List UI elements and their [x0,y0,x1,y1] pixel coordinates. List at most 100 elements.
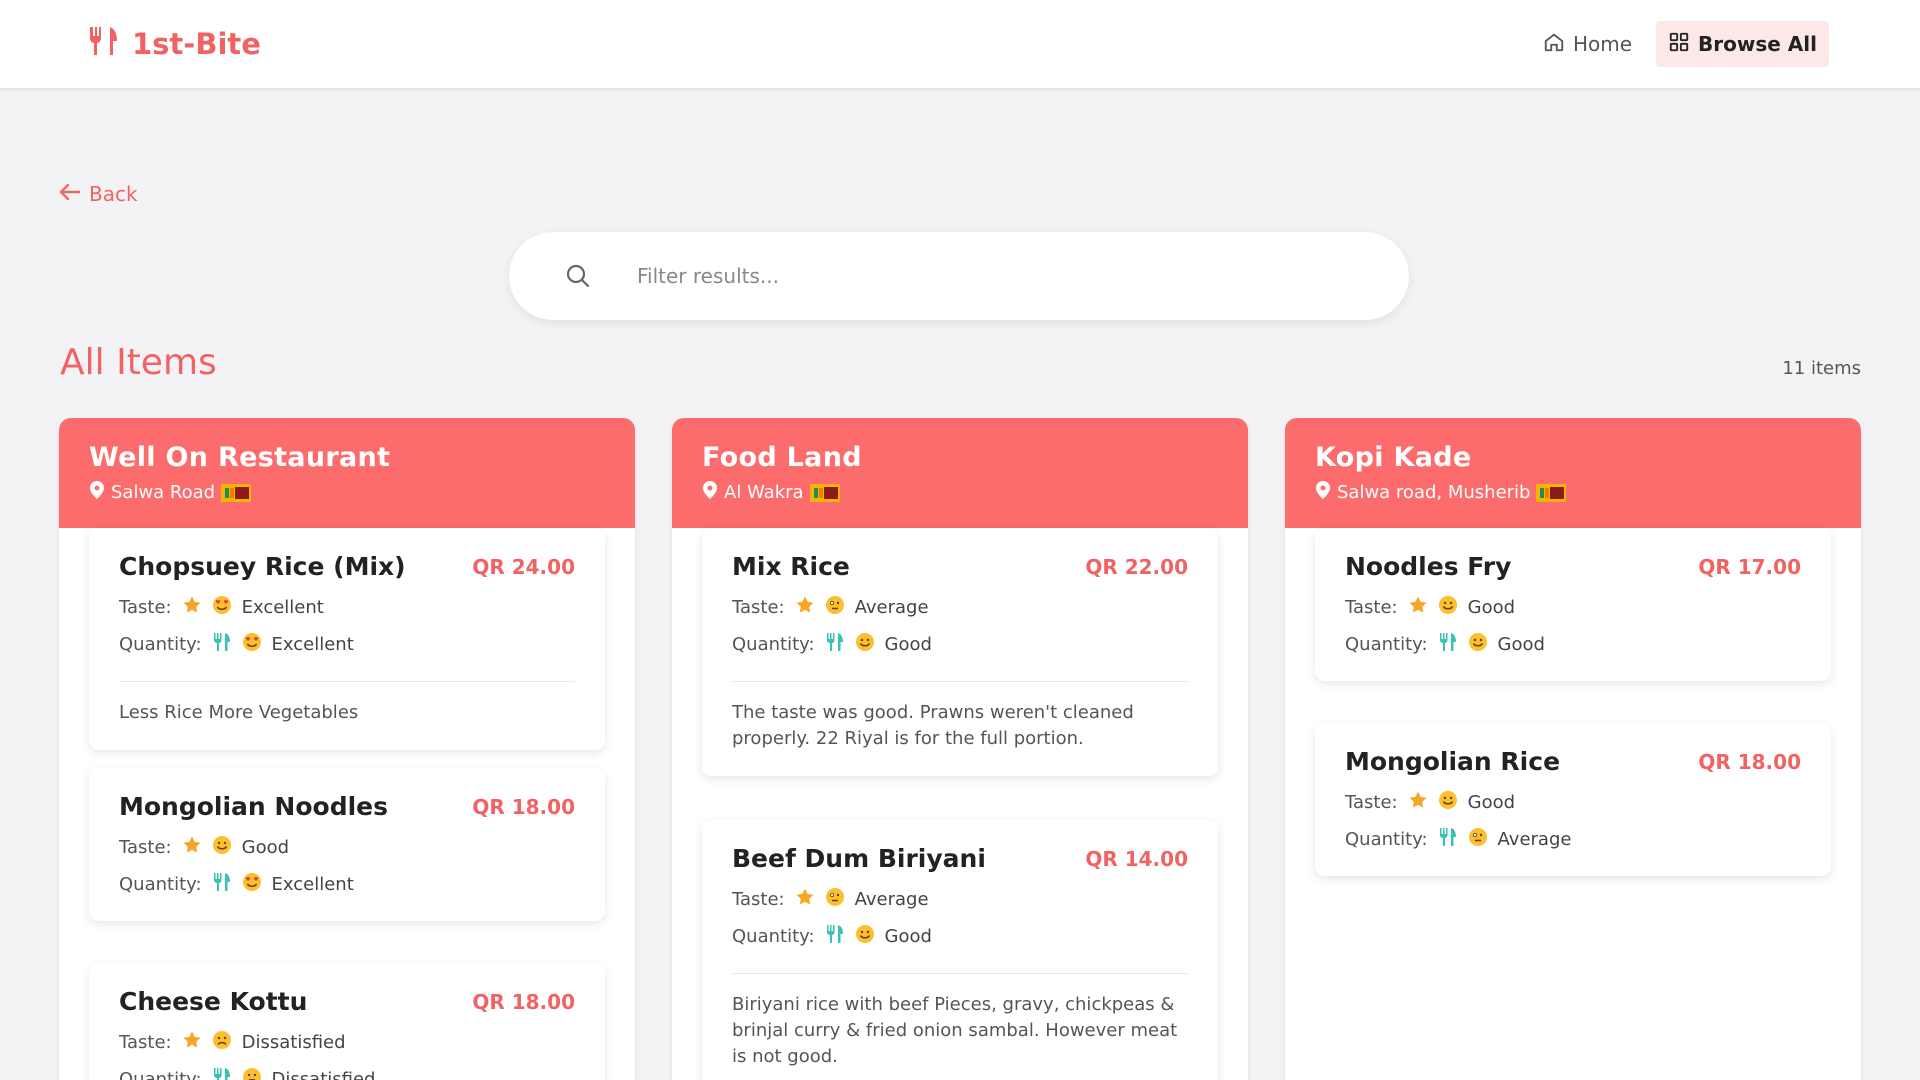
item-count: 11 items [1782,358,1861,379]
taste-label: Taste: [119,597,172,618]
quantity-rating: Quantity: Excellent [119,872,575,897]
sri-lanka-flag-icon [809,483,840,502]
quantity-label: Quantity: [119,1069,202,1080]
quantity-rating: Quantity: Dissatisfied [119,1067,575,1080]
taste-rating: Taste: Good [1345,790,1801,815]
quantity-label: Quantity: [1345,634,1428,655]
frown-icon [242,1067,262,1080]
food-item-card[interactable]: Mongolian Rice QR 18.00 Taste: Good Quan… [1315,723,1831,876]
restaurant-name: Well On Restaurant [89,442,391,473]
utensils-icon [1438,632,1458,657]
restaurant-column: Food Land Al Wakra Mix Rice QR 22.00 Tas… [672,418,1248,1080]
location-text: Salwa road, Musherib [1337,482,1531,503]
heart-eyes-icon [242,872,262,897]
taste-label: Taste: [119,837,172,858]
location-text: Salwa Road [111,482,216,503]
search-bar [509,232,1409,320]
utensils-icon [825,924,845,949]
item-name: Beef Dum Biriyani [732,844,986,873]
taste-label: Taste: [732,597,785,618]
meh-icon [825,887,845,912]
item-price: QR 17.00 [1698,554,1801,579]
taste-label: Taste: [119,1032,172,1053]
restaurant-location: Salwa road, Musherib [1315,481,1831,504]
main-nav: Home Browse All [1531,21,1829,67]
quantity-label: Quantity: [1345,829,1428,850]
taste-value: Average [854,889,929,910]
divider [732,681,1188,682]
item-name: Chopsuey Rice (Mix) [119,552,406,581]
food-item-card[interactable]: Beef Dum Biriyani QR 14.00 Taste: Averag… [702,820,1218,1080]
food-item-card[interactable]: Mongolian Noodles QR 18.00 Taste: Good Q… [89,768,605,921]
back-label: Back [89,182,138,206]
quantity-value: Excellent [271,874,354,895]
utensils-icon [212,1067,232,1080]
quantity-rating: Quantity: Average [1345,827,1801,852]
taste-value: Good [1467,792,1516,813]
taste-value: Excellent [241,597,324,618]
nav-browse-all[interactable]: Browse All [1656,21,1829,67]
top-navbar: 1st-Bite Home Browse All [0,0,1920,88]
item-name: Mix Rice [732,552,850,581]
taste-value: Good [241,837,290,858]
quantity-label: Quantity: [119,874,202,895]
frown-icon [212,1030,232,1055]
item-note: The taste was good. Prawns weren't clean… [732,702,1134,749]
star-icon [182,835,202,860]
smile-icon [855,632,875,657]
smile-icon [212,835,232,860]
item-price: QR 18.00 [472,989,575,1014]
quantity-label: Quantity: [732,926,815,947]
back-link[interactable]: Back [59,182,138,206]
food-item-card[interactable]: Noodles Fry QR 17.00 Taste: Good Quantit… [1315,528,1831,681]
food-item-card[interactable]: Mix Rice QR 22.00 Taste: Average Quantit… [702,528,1218,776]
item-name: Noodles Fry [1345,552,1512,581]
food-item-card[interactable]: Cheese Kottu QR 18.00 Taste: Dissatisfie… [89,963,605,1080]
map-pin-icon [702,481,718,504]
quantity-value: Good [884,926,932,947]
arrow-left-icon [59,182,81,206]
nav-home-label: Home [1572,32,1633,56]
item-price: QR 14.00 [1085,846,1188,871]
restaurant-column: Well On Restaurant Salwa Road Chopsuey R… [59,418,635,1080]
smile-icon [855,924,875,949]
meh-icon [1468,827,1488,852]
divider [732,973,1188,974]
nav-home[interactable]: Home [1531,21,1644,67]
item-price: QR 24.00 [472,554,575,579]
item-note: Biriyani rice with beef Pieces, gravy, c… [732,994,1178,1067]
smile-icon [1438,790,1458,815]
quantity-label: Quantity: [119,634,202,655]
restaurant-header: Kopi Kade Salwa road, Musherib [1285,418,1861,528]
food-item-card[interactable]: Chopsuey Rice (Mix) QR 24.00 Taste: Exce… [89,528,605,750]
section-title: All Items [60,342,217,383]
taste-rating: Taste: Average [732,887,1188,912]
taste-label: Taste: [732,889,785,910]
search-input[interactable] [637,254,1337,298]
star-icon [795,887,815,912]
heart-eyes-icon [212,595,232,620]
star-icon [795,595,815,620]
smile-icon [1438,595,1458,620]
taste-label: Taste: [1345,792,1398,813]
heart-eyes-icon [242,632,262,657]
quantity-label: Quantity: [732,634,815,655]
taste-rating: Taste: Excellent [119,595,575,620]
quantity-value: Good [884,634,932,655]
taste-value: Average [854,597,929,618]
taste-value: Good [1467,597,1516,618]
quantity-rating: Quantity: Good [732,924,1188,949]
utensils-icon [825,632,845,657]
quantity-value: Dissatisfied [271,1069,376,1080]
home-icon [1543,31,1565,58]
taste-value: Dissatisfied [241,1032,346,1053]
smile-icon [1468,632,1488,657]
item-price: QR 18.00 [472,794,575,819]
item-name: Mongolian Rice [1345,747,1561,776]
brand-logo[interactable]: 1st-Bite [88,26,261,62]
location-text: Al Wakra [724,482,804,503]
restaurant-location: Salwa Road [89,481,605,504]
star-icon [1408,595,1428,620]
item-name: Mongolian Noodles [119,792,389,821]
item-name: Cheese Kottu [119,987,308,1016]
